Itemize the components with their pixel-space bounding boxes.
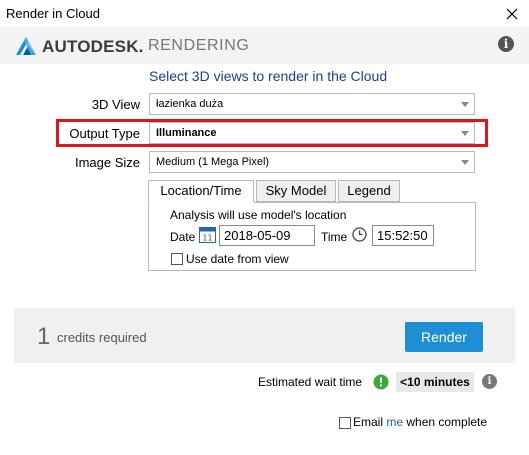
chevron-down-icon	[461, 131, 469, 136]
email-prefix: Email	[353, 415, 387, 429]
output-type-select[interactable]: Illuminance	[149, 122, 475, 144]
calendar-day: 11	[202, 234, 212, 243]
window-titlebar: Render in Cloud	[0, 0, 529, 27]
email-suffix: when complete	[403, 415, 488, 429]
tab-sky-model[interactable]: Sky Model	[256, 180, 336, 202]
close-icon[interactable]	[495, 0, 529, 27]
tab-legend[interactable]: Legend	[338, 180, 400, 202]
credits-text: credits required	[57, 330, 147, 345]
chevron-down-icon	[461, 102, 469, 107]
wait-label: Estimated wait time	[258, 375, 363, 389]
email-checkbox[interactable]	[339, 417, 351, 429]
date-label: Date	[170, 230, 196, 244]
time-field[interactable]: 15:52:50	[372, 225, 434, 246]
time-label: Time	[321, 230, 348, 244]
use-date-checkbox[interactable]	[171, 253, 183, 265]
view-select[interactable]: łazienka duża	[149, 93, 475, 115]
date-field[interactable]: 2018-05-09	[219, 225, 315, 246]
clock-icon[interactable]	[352, 227, 367, 247]
chevron-down-icon	[461, 160, 469, 165]
info-icon[interactable]: i	[498, 36, 514, 52]
email-me-link[interactable]: me	[386, 415, 403, 429]
location-note: Analysis will use model's location	[170, 208, 347, 222]
view-select-value: łazienka duża	[156, 98, 224, 110]
image-size-select[interactable]: Medium (1 Mega Pixel)	[149, 151, 475, 173]
wait-info-icon[interactable]: i	[482, 374, 497, 389]
page-heading: Select 3D views to render in the Cloud	[149, 68, 388, 84]
window-title: Render in Cloud	[6, 6, 100, 21]
output-type-label: Output Type	[69, 126, 140, 141]
email-label: Email me when complete	[353, 415, 487, 429]
image-size-label: Image Size	[74, 155, 140, 170]
render-button[interactable]: Render	[405, 322, 483, 352]
view-label: 3D View	[91, 97, 140, 112]
header-band: AUTODESK. RENDERING i	[0, 27, 529, 64]
brand-name: AUTODESK.	[42, 37, 144, 56]
product-name: RENDERING	[148, 37, 250, 54]
use-date-label: Use date from view	[186, 252, 289, 266]
tab-location-time[interactable]: Location/Time	[148, 180, 254, 203]
image-size-value: Medium (1 Mega Pixel)	[156, 156, 270, 168]
status-ok-icon	[373, 374, 389, 395]
credits-count: 1	[37, 323, 51, 350]
autodesk-logo-icon	[14, 36, 38, 61]
wait-value: <10 minutes	[396, 372, 474, 392]
output-type-value: Illuminance	[156, 127, 217, 139]
calendar-icon[interactable]: 11	[199, 226, 216, 248]
